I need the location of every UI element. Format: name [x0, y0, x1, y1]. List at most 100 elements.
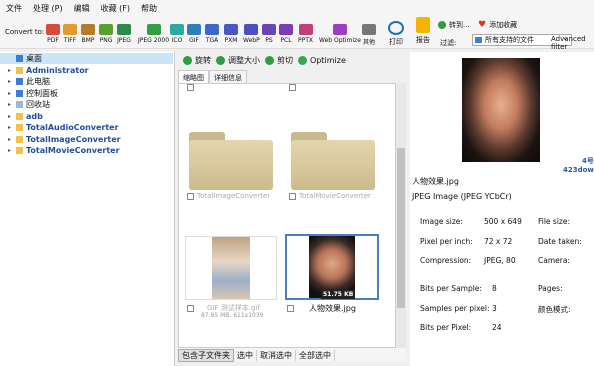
- format-label: PXM: [224, 37, 238, 44]
- convert-to-label: Convert to:: [5, 28, 45, 36]
- menu-favorites[interactable]: 收藏 (F): [101, 3, 130, 14]
- image-size-value: 500 x 649: [484, 217, 522, 226]
- compression-label: Compression:: [420, 256, 472, 265]
- convert-png-button[interactable]: PNG: [99, 24, 113, 44]
- expand-arrow-icon[interactable]: ▸: [8, 101, 16, 108]
- jpg-thumbnail[interactable]: 51.75 KB: [285, 234, 379, 300]
- checkbox[interactable]: [187, 192, 194, 200]
- expand-arrow-icon[interactable]: ▸: [8, 90, 16, 97]
- report-button[interactable]: 报告: [416, 17, 430, 45]
- add-favorite-button[interactable]: ♥ 添加收藏: [478, 20, 517, 30]
- format-icon: [224, 24, 238, 35]
- resize-button[interactable]: 调整大小: [216, 55, 260, 66]
- menu-file[interactable]: 文件: [6, 3, 22, 14]
- expand-arrow-icon[interactable]: ▸: [8, 113, 16, 120]
- folder-icon: [16, 101, 23, 108]
- crop-button[interactable]: 剪切: [265, 55, 293, 66]
- filter-label: 过滤:: [440, 39, 457, 47]
- check-button[interactable]: 选中: [234, 349, 257, 361]
- convert-pptx-button[interactable]: PPTX: [298, 24, 313, 44]
- format-label: TIFF: [63, 37, 77, 44]
- uncheck-button[interactable]: 取消选中: [257, 349, 296, 361]
- pages-label: Pages:: [538, 284, 563, 293]
- convert-bmp-button[interactable]: BMP: [81, 24, 95, 44]
- menu-process[interactable]: 处理 (P): [33, 3, 63, 14]
- view-tabs: 缩略图 详细信息: [178, 70, 406, 83]
- folder-caption: TotalImageConverter: [187, 192, 270, 200]
- scrollbar-thumb[interactable]: [397, 148, 405, 308]
- file-info: 人物效果.jpg JPEG Image (JPEG YCbCr) Image s…: [410, 172, 594, 366]
- folder-icon: [16, 55, 23, 62]
- preview-pane: 4号3 423down.com: [410, 52, 594, 174]
- convert-tiff-button[interactable]: TIFF: [63, 24, 77, 44]
- convert-pcl-button[interactable]: PCL: [279, 24, 293, 44]
- convert-web-optimize-button[interactable]: Web Optimize: [319, 24, 361, 44]
- folder-icon: [16, 124, 23, 131]
- tree-item[interactable]: ▸ adb: [0, 111, 43, 122]
- tree-item[interactable]: ▸ 控制面板: [0, 88, 58, 99]
- tree-item[interactable]: 桌面: [0, 53, 173, 64]
- tree-item[interactable]: ▸ 回收站: [0, 99, 50, 110]
- folder-tree: 桌面 ▸ Administrator ▸ 此电脑 ▸ 控制面板 ▸ 回收站 ▸ adb ▸ TotalA…: [0, 52, 175, 366]
- expand-arrow-icon[interactable]: ▸: [8, 124, 16, 131]
- expand-arrow-icon[interactable]: ▸: [8, 78, 16, 85]
- convert-webp-button[interactable]: WebP: [243, 24, 260, 44]
- tree-item[interactable]: ▸ TotalImageConverter: [0, 134, 121, 145]
- ppi-value: 72 x 72: [484, 237, 513, 246]
- check-all-button[interactable]: 全部选中: [296, 349, 335, 361]
- rotate-button[interactable]: 旋转: [183, 55, 211, 66]
- format-icon: [298, 24, 313, 35]
- tree-item-label: adb: [26, 111, 43, 121]
- format-icon: [99, 24, 113, 35]
- checkbox[interactable]: [187, 304, 194, 312]
- goto-button[interactable]: 转到...: [438, 20, 470, 30]
- format-icon: [279, 24, 293, 35]
- print-icon: [388, 21, 404, 35]
- convert-pxm-button[interactable]: PXM: [224, 24, 238, 44]
- jpg-image: [309, 236, 355, 298]
- print-button[interactable]: 打印: [388, 21, 404, 47]
- tab-details[interactable]: 详细信息: [209, 70, 247, 83]
- tree-item[interactable]: ▸ 此电脑: [0, 76, 50, 87]
- convert-tga-button[interactable]: TGA: [205, 24, 219, 44]
- checkbox[interactable]: [287, 305, 294, 312]
- tree-item[interactable]: ▸ TotalAudioConverter: [0, 122, 119, 133]
- convert-jpeg-button[interactable]: JPEG: [117, 24, 131, 44]
- checkbox[interactable]: [187, 84, 194, 91]
- expand-arrow-icon[interactable]: ▸: [8, 147, 16, 154]
- gif-thumbnail[interactable]: [185, 236, 277, 300]
- convert-gif-button[interactable]: GIF: [187, 24, 201, 44]
- folder-thumb-movie-converter[interactable]: [291, 132, 375, 190]
- compression-value: JPEG, 80: [484, 256, 516, 265]
- include-subfolders-button[interactable]: 包含子文件夹: [178, 348, 234, 362]
- tree-item[interactable]: ▸ Administrator: [0, 65, 89, 76]
- menu-help[interactable]: 帮助: [141, 3, 157, 14]
- expand-arrow-icon[interactable]: ▸: [8, 67, 16, 74]
- convert-pdf-button[interactable]: PDF: [46, 24, 60, 44]
- tab-thumbnails[interactable]: 缩略图: [178, 70, 209, 83]
- folder-thumb-image-converter[interactable]: [189, 132, 273, 190]
- format-icon: [170, 24, 184, 35]
- tree-item[interactable]: ▸ TotalMovieConverter: [0, 145, 120, 156]
- folder-icon: [16, 147, 23, 154]
- menu-edit[interactable]: 编辑: [74, 3, 90, 14]
- vertical-scrollbar[interactable]: [396, 83, 406, 348]
- checkbox[interactable]: [289, 192, 296, 200]
- checkbox[interactable]: [289, 84, 296, 91]
- gif-image: [212, 237, 250, 299]
- report-icon: [416, 17, 430, 33]
- convert-其他-button[interactable]: 其他: [362, 24, 376, 46]
- tree-item-label: Administrator: [26, 65, 89, 75]
- file-panel: 旋转 调整大小 剪切 Optimize 缩略图 详细信息 TotalImageC…: [178, 52, 406, 366]
- convert-ps-button[interactable]: PS: [262, 24, 276, 44]
- format-icon: [117, 24, 131, 35]
- folder-icon: [16, 78, 23, 85]
- convert-jpeg-2000-button[interactable]: JPEG 2000: [138, 24, 169, 44]
- add-favorite-label: 添加收藏: [489, 21, 518, 29]
- date-label: Date taken:: [538, 237, 582, 246]
- advanced-filter-link[interactable]: Advanced filter: [551, 35, 594, 51]
- format-label: GIF: [189, 37, 199, 44]
- expand-arrow-icon[interactable]: ▸: [8, 136, 16, 143]
- optimize-button[interactable]: Optimize: [298, 55, 346, 65]
- convert-ico-button[interactable]: ICO: [170, 24, 184, 44]
